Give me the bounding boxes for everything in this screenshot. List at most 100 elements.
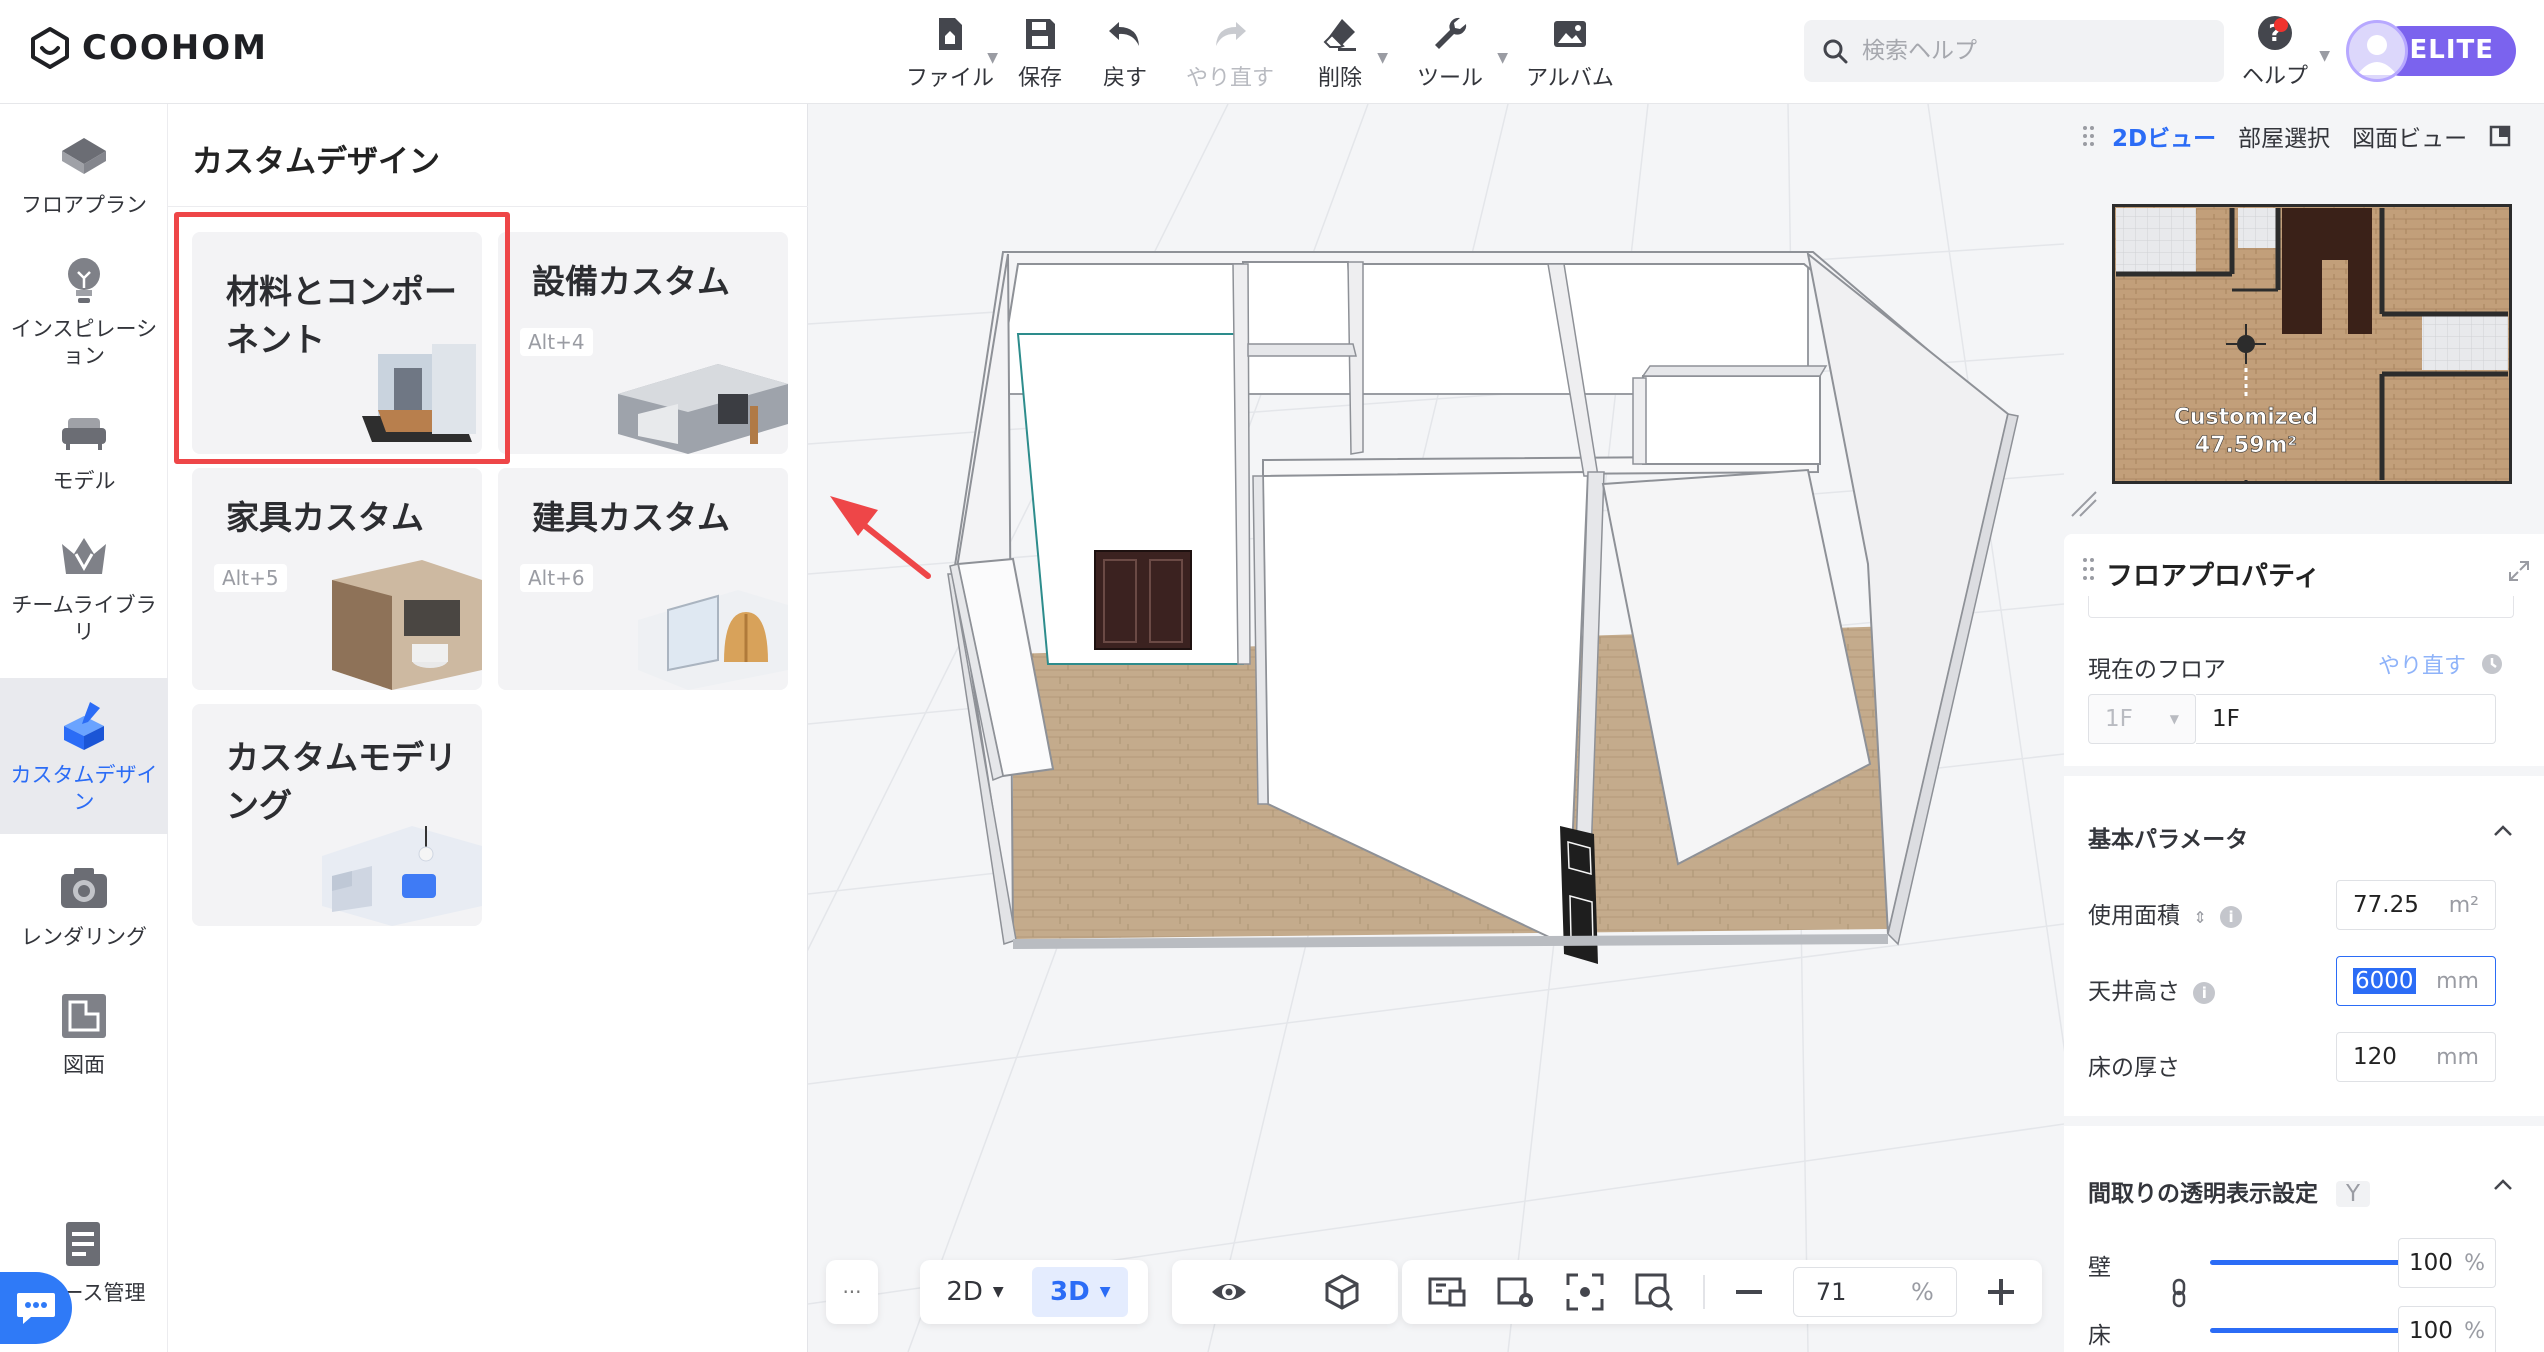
account-menu[interactable]: ELITE xyxy=(2346,20,2516,82)
undo-icon xyxy=(1109,22,1139,46)
logo[interactable]: COOHOM xyxy=(28,26,268,70)
nav-item-drawing[interactable]: 図面 xyxy=(0,988,168,1079)
camera-settings-icon[interactable] xyxy=(1495,1271,1537,1313)
redo-icon xyxy=(1216,22,1246,46)
divider xyxy=(2064,766,2544,776)
fit-view-icon[interactable] xyxy=(1426,1271,1468,1313)
mode-2d-button[interactable]: 2D ▼ xyxy=(930,1260,1020,1324)
undo-button[interactable]: 戻す xyxy=(1080,12,1170,92)
minimap-tabs: 2Dビュー 部屋選択 図面ビュー xyxy=(2064,114,2544,158)
floorplan-icon xyxy=(62,138,106,174)
search-input[interactable] xyxy=(1862,38,2192,64)
info-icon[interactable]: i xyxy=(2220,905,2243,928)
zoom-out-icon[interactable] xyxy=(1732,1275,1766,1309)
top-toolbar: COOHOM ファイル ▼ 保存 戻す やり直す 削除 ▼ ツール ▼ アルバム… xyxy=(0,0,2544,104)
ceiling-label-row: 天井高さ i xyxy=(2088,972,2216,1006)
album-button[interactable]: アルバム xyxy=(1510,12,1630,92)
nav-label: フロアプラン xyxy=(21,193,147,217)
zoom-region-icon[interactable] xyxy=(1633,1271,1675,1313)
card-equipment-custom[interactable]: 設備カスタム Alt+4 xyxy=(498,232,788,454)
avatar[interactable] xyxy=(2346,20,2408,82)
divider xyxy=(168,206,808,207)
area-input[interactable]: 77.25 m² xyxy=(2336,880,2496,930)
nav-item-inspiration[interactable]: インスピレーション xyxy=(0,252,168,370)
basic-params-heading: 基本パラメータ xyxy=(2088,827,2249,853)
nav-item-floorplan[interactable]: フロアプラン xyxy=(0,128,168,219)
wall-opacity-value: 100 xyxy=(2409,1250,2453,1276)
nav-label: レンダリング xyxy=(21,925,147,949)
nav-item-rendering[interactable]: レンダリング xyxy=(0,860,168,951)
floorplan-minimap[interactable]: Customized 47.59m² xyxy=(2112,204,2512,484)
chat-support-button[interactable] xyxy=(0,1272,72,1344)
cube-view-icon[interactable] xyxy=(1322,1272,1362,1312)
furniture-thumbnail xyxy=(332,560,482,690)
ceiling-label: 天井高さ xyxy=(2088,979,2180,1005)
search-icon xyxy=(1823,39,1848,64)
eye-icon[interactable] xyxy=(1209,1272,1249,1312)
equipment-thumbnail xyxy=(618,364,788,454)
card-fixture-custom[interactable]: 建具カスタム Alt+6 xyxy=(498,468,788,690)
lightbulb-icon xyxy=(68,258,100,303)
album-label: アルバム xyxy=(1526,66,1614,91)
nav-item-custom-design[interactable]: カスタムデザイン xyxy=(0,678,168,834)
drag-handle-icon[interactable] xyxy=(2082,556,2096,582)
floor-opacity-input[interactable]: 100 % xyxy=(2398,1306,2496,1352)
redo-button[interactable]: やり直す xyxy=(1170,12,1290,92)
drag-handle-icon[interactable] xyxy=(2082,124,2096,148)
nav-item-model[interactable]: モデル xyxy=(0,404,168,495)
notification-dot xyxy=(2274,18,2288,32)
tools-caret-icon: ▼ xyxy=(1497,50,1508,66)
info-icon[interactable]: i xyxy=(2193,981,2216,1004)
delete-menu-button[interactable]: 削除 ▼ xyxy=(1290,12,1390,92)
zoom-in-icon[interactable] xyxy=(1984,1275,2018,1309)
resize-handle-icon[interactable] xyxy=(2068,488,2098,518)
file-menu-button[interactable]: ファイル ▼ xyxy=(900,12,1000,92)
custom-design-panel: カスタムデザイン 材料とコンポーネント 設備カスタム Alt+4 家具カスタム … xyxy=(168,104,808,1352)
wall-opacity-input[interactable]: 100 % xyxy=(2398,1238,2496,1288)
tab-room-select[interactable]: 部屋選択 xyxy=(2238,119,2330,153)
caret-icon: ▼ xyxy=(2169,712,2179,726)
floor-thickness-unit: mm xyxy=(2436,1044,2479,1070)
more-options-button[interactable]: ··· xyxy=(826,1260,878,1324)
focus-icon[interactable] xyxy=(1564,1271,1606,1313)
collapse-panel-icon[interactable] xyxy=(2489,125,2511,147)
tab-drawing-view[interactable]: 図面ビュー xyxy=(2352,119,2467,153)
floor-opacity-slider[interactable] xyxy=(2210,1328,2414,1333)
nav-item-team-library[interactable]: チームライブラリ xyxy=(0,528,168,646)
percent-unit: % xyxy=(2464,1250,2485,1276)
card-custom-modeling[interactable]: カスタムモデリング xyxy=(192,704,482,926)
floor-select[interactable]: 1F ▼ xyxy=(2088,694,2196,744)
sort-icon[interactable]: ⇕ xyxy=(2193,908,2206,927)
fixture-thumbnail xyxy=(638,590,788,690)
chevron-up-icon[interactable] xyxy=(2492,820,2514,842)
chevron-up-icon[interactable] xyxy=(2492,1174,2514,1196)
wall-opacity-slider[interactable] xyxy=(2210,1260,2414,1265)
search-box[interactable] xyxy=(1804,20,2224,82)
3d-viewport[interactable]: ··· 2D ▼ 3D ▼ 71 % xyxy=(808,104,2064,1352)
link-chain-icon[interactable] xyxy=(2170,1278,2188,1308)
transparency-heading-row: 間取りの透明表示設定 Y xyxy=(2088,1174,2371,1208)
tools-menu-button[interactable]: ツール ▼ xyxy=(1390,12,1510,92)
save-button[interactable]: 保存 xyxy=(1000,12,1080,92)
tab-2d-view[interactable]: 2Dビュー xyxy=(2112,119,2216,153)
caret-icon: ▼ xyxy=(1099,1284,1111,1300)
clock-icon xyxy=(2482,654,2502,674)
mode-3d-button[interactable]: 3D ▼ xyxy=(1032,1267,1129,1317)
ceiling-value: 6000 xyxy=(2353,968,2416,994)
floor-name-input[interactable]: 1F xyxy=(2196,694,2496,744)
floor-thickness-value: 120 xyxy=(2353,1044,2397,1070)
mode-2d-label: 2D xyxy=(946,1277,983,1307)
help-menu-button[interactable]: ? ヘルプ ▼ xyxy=(2220,14,2330,90)
file-icon xyxy=(939,18,962,50)
floor-opacity-label: 床 xyxy=(2088,1323,2111,1349)
expand-icon[interactable] xyxy=(2508,560,2530,582)
room-area-label: 47.59m² xyxy=(2195,433,2297,458)
mode-3d-label: 3D xyxy=(1050,1277,1090,1307)
redo-floor-link[interactable]: やり直す xyxy=(2378,648,2504,680)
ceiling-height-input[interactable]: 6000 mm xyxy=(2336,956,2496,1006)
card-furniture-custom[interactable]: 家具カスタム Alt+5 xyxy=(192,468,482,690)
minimap-panel: 2Dビュー 部屋選択 図面ビュー Customized 47.59m² xyxy=(2064,104,2544,524)
zoom-level-input[interactable]: 71 % xyxy=(1792,1267,1957,1317)
shortcut-badge: Y xyxy=(2336,1181,2371,1207)
floor-thickness-input[interactable]: 120 mm xyxy=(2336,1032,2496,1082)
